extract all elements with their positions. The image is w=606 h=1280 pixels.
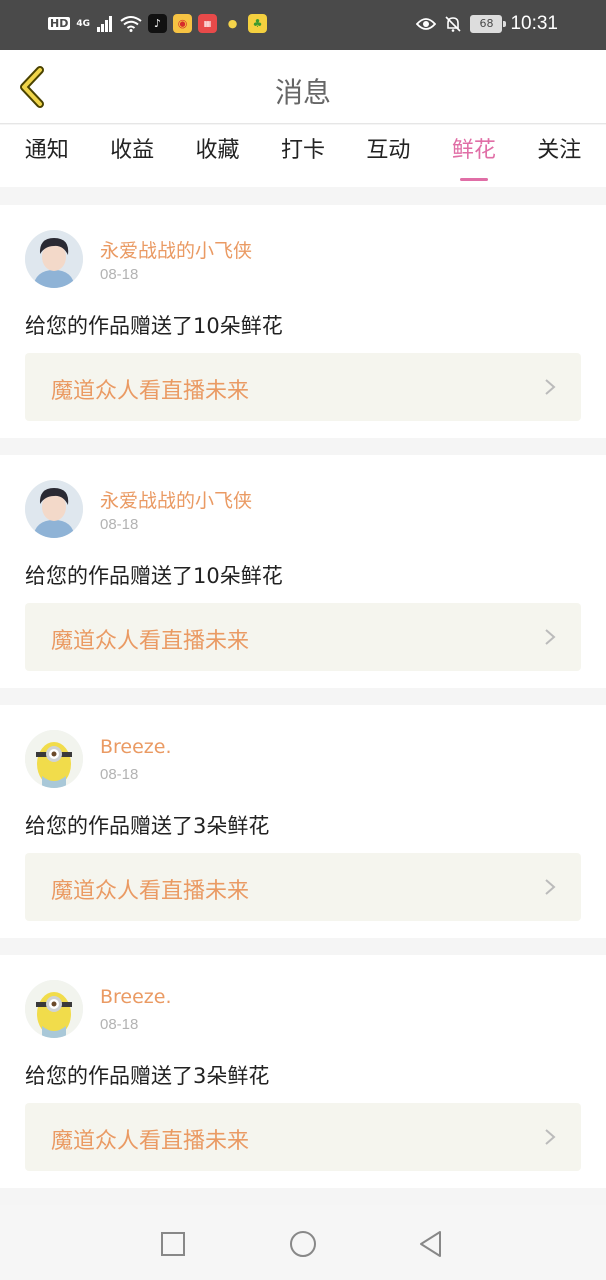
avatar[interactable] — [25, 230, 83, 288]
battery-icon: 68 — [470, 15, 507, 33]
tab-checkin[interactable]: 打卡 — [281, 125, 325, 187]
avatar[interactable] — [25, 480, 83, 538]
signal-icon — [97, 15, 112, 32]
hd-badge: HD — [48, 17, 71, 30]
work-link[interactable]: 魔道众人看直播未来 — [25, 1103, 581, 1171]
user-name[interactable]: 永爱战战的小飞侠 — [100, 236, 252, 263]
network-type: 4G — [76, 18, 90, 29]
system-nav-bar — [0, 1205, 606, 1280]
lightbulb-icon: ● — [227, 17, 238, 30]
list-item: Breeze. 08-18 给您的作品赠送了3朵鲜花 魔道众人看直播未来 — [0, 705, 606, 938]
message-list: 永爱战战的小飞侠 08-18 给您的作品赠送了10朵鲜花 魔道众人看直播未来 永… — [0, 205, 606, 1205]
recent-apps-icon[interactable] — [158, 1229, 188, 1259]
avatar[interactable] — [25, 980, 83, 1038]
chevron-right-icon — [545, 379, 556, 395]
status-time: 10:31 — [510, 13, 558, 34]
list-item: Breeze. 08-18 给您的作品赠送了3朵鲜花 魔道众人看直播未来 — [0, 955, 606, 1188]
status-left: HD 4G ♪ ◉ ▦ ● ♣ — [48, 14, 267, 33]
message-text: 给您的作品赠送了10朵鲜花 — [25, 314, 283, 338]
tab-flowers[interactable]: 鲜花 — [452, 125, 496, 187]
work-link[interactable]: 魔道众人看直播未来 — [25, 603, 581, 671]
avatar-portrait-icon — [25, 230, 83, 288]
wifi-icon — [120, 16, 142, 32]
weibo-icon: ◉ — [173, 14, 192, 33]
minion-avatar-icon — [25, 730, 83, 788]
tiktok-icon: ♪ — [148, 14, 167, 33]
avatar-portrait-icon — [25, 480, 83, 538]
tab-notifications[interactable]: 通知 — [25, 125, 69, 187]
eye-icon — [416, 18, 437, 30]
bell-off-icon — [445, 16, 462, 32]
tab-favorites[interactable]: 收藏 — [196, 125, 240, 187]
pineapple-icon: ♣ — [248, 14, 267, 33]
list-item: 永爱战战的小飞侠 08-18 给您的作品赠送了10朵鲜花 魔道众人看直播未来 — [0, 205, 606, 438]
header: 消息 — [0, 50, 606, 124]
page-title: 消息 — [274, 76, 331, 109]
home-icon[interactable] — [288, 1229, 318, 1259]
work-title: 魔道众人看直播未来 — [51, 629, 250, 654]
chevron-right-icon — [545, 629, 556, 645]
list-item: 永爱战战的小飞侠 08-18 给您的作品赠送了10朵鲜花 魔道众人看直播未来 — [0, 455, 606, 688]
message-text: 给您的作品赠送了10朵鲜花 — [25, 564, 283, 588]
chevron-right-icon — [545, 879, 556, 895]
message-date: 08-18 — [100, 516, 139, 533]
status-right: 68 10:31 — [416, 13, 558, 35]
chevron-right-icon — [545, 1129, 556, 1145]
message-date: 08-18 — [100, 1016, 139, 1033]
message-text: 给您的作品赠送了3朵鲜花 — [25, 814, 270, 838]
work-title: 魔道众人看直播未来 — [51, 1129, 250, 1154]
status-bar: HD 4G ♪ ◉ ▦ ● ♣ 68 10:31 — [0, 0, 606, 50]
message-date: 08-18 — [100, 266, 139, 283]
work-title: 魔道众人看直播未来 — [51, 879, 250, 904]
minion-avatar-icon — [25, 980, 83, 1038]
message-date: 08-18 — [100, 766, 139, 783]
tab-earnings[interactable]: 收益 — [110, 125, 154, 187]
work-link[interactable]: 魔道众人看直播未来 — [25, 353, 581, 421]
message-text: 给您的作品赠送了3朵鲜花 — [25, 1064, 270, 1088]
user-name[interactable]: Breeze. — [100, 986, 172, 1008]
app-red-icon: ▦ — [198, 14, 217, 33]
work-title: 魔道众人看直播未来 — [51, 379, 250, 404]
work-link[interactable]: 魔道众人看直播未来 — [25, 853, 581, 921]
back-icon[interactable] — [416, 1229, 446, 1259]
tab-interactions[interactable]: 互动 — [366, 125, 410, 187]
user-name[interactable]: 永爱战战的小飞侠 — [100, 486, 252, 513]
tab-bar: 通知 收益 收藏 打卡 互动 鲜花 关注 — [0, 125, 606, 187]
avatar[interactable] — [25, 730, 83, 788]
user-name[interactable]: Breeze. — [100, 736, 172, 758]
tab-following[interactable]: 关注 — [537, 125, 581, 187]
